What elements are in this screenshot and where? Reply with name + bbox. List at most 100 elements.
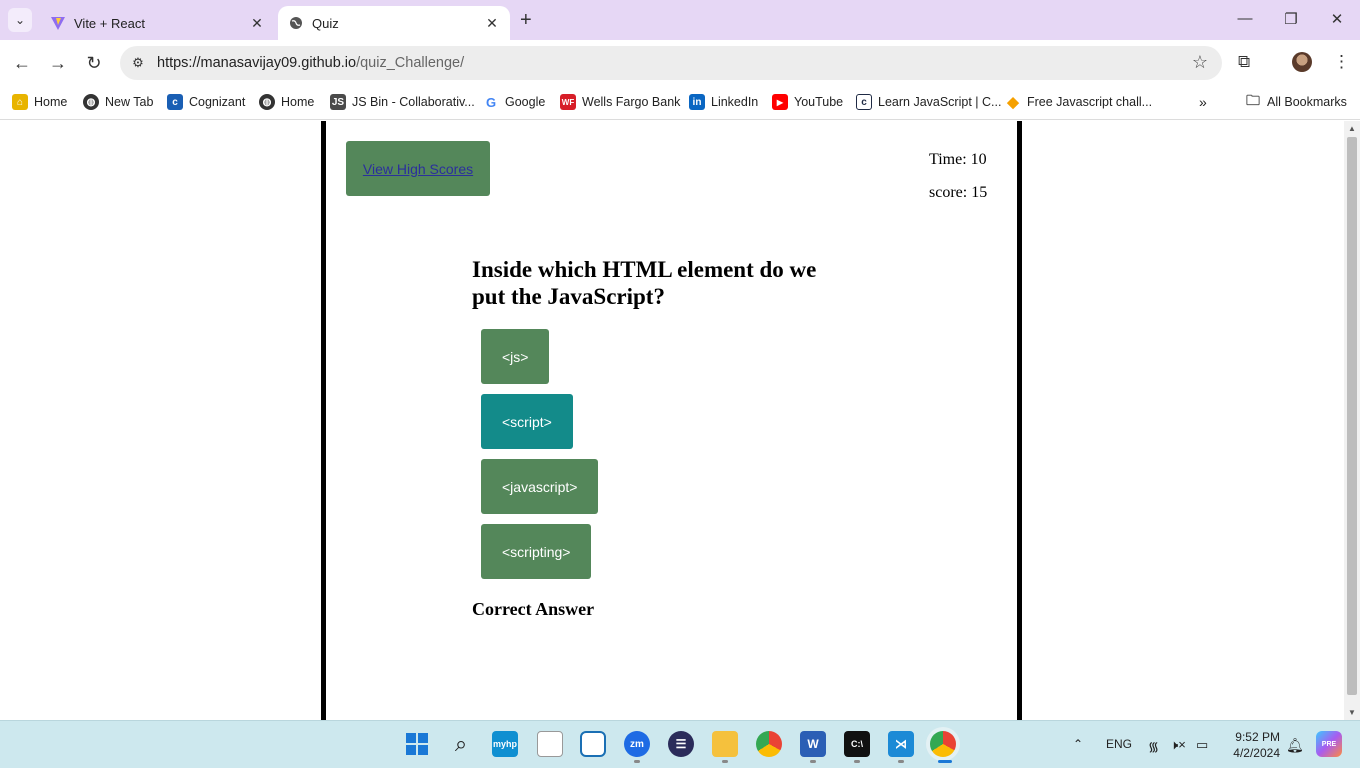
bookmark-free-javascript[interactable]: ◆ Free Javascript chall... — [1005, 92, 1152, 112]
tab-search-chevron-icon[interactable]: ⌄ — [8, 8, 32, 32]
profile-avatar[interactable] — [1292, 52, 1312, 72]
bookmarks-bar: ⌂ Home ◍ New Tab c Cognizant ◍ Home JS J… — [0, 86, 1360, 120]
url-text[interactable]: https://manasavijay09.github.io/quiz_Cha… — [157, 55, 464, 71]
active-indicator — [938, 760, 952, 763]
bookmark-label: Home — [34, 95, 68, 109]
globe-icon: ◍ — [259, 94, 275, 110]
word-icon[interactable]: W — [800, 731, 826, 757]
tab-vite-react[interactable]: Vite + React ✕ — [40, 6, 275, 40]
bookmark-label: Google — [505, 95, 546, 109]
terminal-icon[interactable]: C:\ — [844, 731, 870, 757]
myhp-icon[interactable]: myhp — [492, 731, 518, 757]
clock-time: 9:52 PM — [1235, 730, 1280, 744]
notepad-icon[interactable] — [537, 731, 563, 757]
question-heading: Inside which HTML element do we put the … — [472, 257, 817, 309]
taskbar-clock[interactable]: 9:52 PM 4/2/2024 — [1220, 729, 1280, 761]
site-info-icon[interactable]: ⚙ — [128, 55, 148, 71]
answer-button-javascript[interactable]: <javascript> — [481, 459, 599, 514]
windows-start-icon[interactable] — [404, 731, 430, 757]
more-bookmarks-chevron-icon[interactable]: » — [1199, 92, 1207, 112]
google-icon: G — [483, 94, 499, 110]
bookmark-label: New Tab — [105, 95, 154, 109]
diamond-icon: ◆ — [1007, 94, 1019, 111]
forward-icon[interactable]: → — [47, 52, 69, 74]
scroll-thumb[interactable] — [1347, 137, 1357, 695]
bookmark-star-icon[interactable]: ☆ — [1192, 52, 1208, 73]
bookmark-linkedin[interactable]: in LinkedIn — [689, 92, 758, 112]
bookmark-label: Wells Fargo Bank — [582, 95, 681, 109]
cognizant-icon: c — [167, 94, 183, 110]
jsbin-icon: JS — [330, 94, 346, 110]
bookmark-home-2[interactable]: ◍ Home — [259, 92, 314, 112]
bookmark-cognizant[interactable]: c Cognizant — [167, 92, 245, 112]
chrome-icon[interactable] — [756, 731, 782, 757]
globe-icon — [288, 15, 304, 31]
bookmark-label: Free Javascript chall... — [1027, 95, 1153, 109]
taskbar: ⌕ myhp zm ☰ W C:\ ⋊ ⌃ ENG ᯾ 🕨× ▭ 9:52 PM… — [0, 720, 1360, 768]
view-high-scores-link[interactable]: View High Scores — [363, 161, 473, 177]
bookmark-jsbin[interactable]: JS JS Bin - Collaborativ... — [330, 92, 475, 112]
wifi-icon[interactable]: ᯾ — [1148, 737, 1159, 755]
close-window-icon[interactable]: ✕ — [1327, 10, 1347, 28]
bookmark-label: JS Bin - Collaborativ... — [352, 95, 475, 109]
close-icon[interactable]: ✕ — [249, 15, 265, 32]
bookmark-label: Cognizant — [189, 95, 246, 109]
running-indicator — [854, 760, 860, 763]
tab-title: Quiz — [312, 15, 339, 31]
scroll-down-icon[interactable]: ▼ — [1344, 708, 1360, 717]
bookmark-new-tab[interactable]: ◍ New Tab — [83, 92, 153, 112]
vertical-scrollbar[interactable]: ▲ ▼ — [1344, 121, 1360, 720]
bookmark-label: YouTube — [794, 95, 844, 109]
menu-icon[interactable]: ⋮ — [1333, 52, 1350, 72]
folder-icon: 🗀 — [1246, 92, 1260, 108]
bookmark-wells-fargo[interactable]: WF Wells Fargo Bank — [560, 92, 680, 112]
new-tab-button[interactable]: + — [520, 10, 532, 30]
language-indicator[interactable]: ENG — [1106, 737, 1132, 751]
mute-icon[interactable]: 🕨× — [1170, 737, 1186, 753]
chrome-profile-icon[interactable] — [930, 731, 956, 757]
vite-icon — [50, 15, 66, 31]
browser-toolbar: ← → ↻ ⚙ https://manasavijay09.github.io/… — [0, 40, 1360, 86]
answer-feedback: Correct Answer — [472, 599, 595, 619]
bookmark-google[interactable]: G Google — [483, 92, 545, 112]
linkedin-icon: in — [689, 94, 705, 110]
search-icon[interactable]: ⌕ — [448, 731, 474, 757]
bookmark-youtube[interactable]: ▶ YouTube — [772, 92, 843, 112]
extensions-icon[interactable]: ⧉ — [1238, 52, 1250, 72]
timer-text: Time: 10 — [929, 151, 987, 168]
address-bar[interactable]: ⚙ https://manasavijay09.github.io/quiz_C… — [120, 46, 1222, 80]
eclipse-icon[interactable]: ☰ — [668, 731, 694, 757]
page-viewport: View High Scores Time: 10 score: 15 Insi… — [0, 121, 1344, 720]
globe-icon: ◍ — [83, 94, 99, 110]
tab-title: Vite + React — [74, 15, 145, 31]
back-icon[interactable]: ← — [11, 52, 33, 74]
codecademy-icon: c — [856, 94, 872, 110]
bookmark-home[interactable]: ⌂ Home — [12, 92, 67, 112]
tab-quiz[interactable]: Quiz ✕ — [278, 6, 510, 40]
battery-icon[interactable]: ▭ — [1196, 737, 1208, 753]
answer-button-script[interactable]: <script> — [481, 394, 573, 449]
answer-button-js[interactable]: <js> — [481, 329, 550, 384]
snipping-tool-icon[interactable] — [580, 731, 606, 757]
bookmark-label: LinkedIn — [711, 95, 759, 109]
minimize-icon[interactable]: — — [1235, 10, 1255, 27]
bookmark-learn-javascript[interactable]: c Learn JavaScript | C... — [856, 92, 1001, 112]
score-text: score: 15 — [929, 184, 988, 201]
tray-overflow-icon[interactable]: ⌃ — [1073, 737, 1083, 751]
zoom-icon[interactable]: zm — [624, 731, 650, 757]
answer-button-scripting[interactable]: <scripting> — [481, 524, 592, 579]
quiz-container: View High Scores Time: 10 score: 15 Insi… — [321, 121, 1022, 720]
all-bookmarks[interactable]: 🗀 All Bookmarks — [1245, 92, 1347, 112]
vscode-icon[interactable]: ⋊ — [888, 731, 914, 757]
close-icon[interactable]: ✕ — [484, 15, 500, 32]
restore-icon[interactable]: ❐ — [1281, 10, 1301, 28]
scroll-up-icon[interactable]: ▲ — [1344, 124, 1360, 133]
bookmark-label: Learn JavaScript | C... — [878, 95, 1002, 109]
notification-bell-icon[interactable]: 🔔︎ — [1286, 737, 1304, 754]
copilot-icon[interactable]: PRE — [1316, 731, 1342, 757]
clock-date: 4/2/2024 — [1233, 746, 1280, 760]
reload-icon[interactable]: ↻ — [83, 52, 105, 74]
running-indicator — [898, 760, 904, 763]
view-high-scores-button[interactable]: View High Scores — [346, 141, 490, 196]
file-explorer-icon[interactable] — [712, 731, 738, 757]
